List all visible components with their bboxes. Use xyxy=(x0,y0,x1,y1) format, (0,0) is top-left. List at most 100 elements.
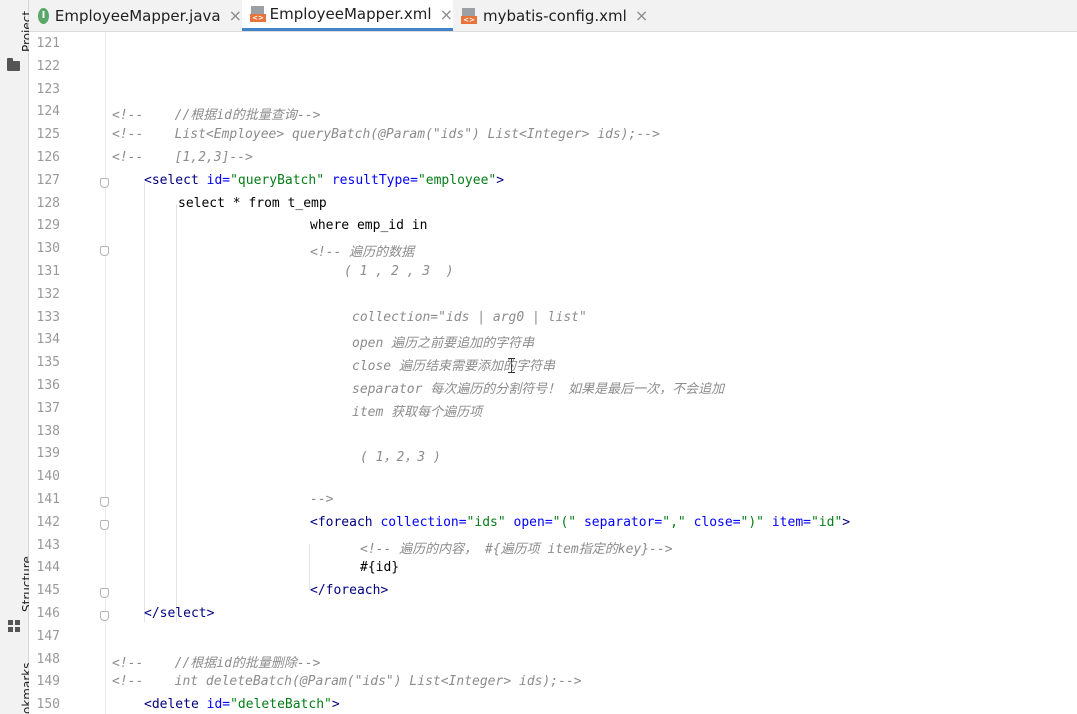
code-token: <!-- 遍历的数据 xyxy=(310,245,415,261)
line-number: 126 xyxy=(36,150,60,165)
code-token: open= xyxy=(513,514,553,530)
code-line[interactable]: ( 1，2，3 ) xyxy=(360,446,441,465)
code-token: ( 1 , 2 , 3 ) xyxy=(344,264,454,279)
line-number: 136 xyxy=(36,378,60,393)
close-icon[interactable]: × xyxy=(635,6,648,25)
line-number: 146 xyxy=(36,606,60,621)
structure-icon xyxy=(8,620,20,632)
code-line[interactable]: open 遍历之前要追加的字符串 xyxy=(352,332,534,351)
code-line[interactable]: <!-- List<Employee> queryBatch(@Param("i… xyxy=(112,127,660,142)
line-number: 144 xyxy=(36,560,60,576)
close-icon[interactable]: × xyxy=(229,6,242,25)
line-number: 145 xyxy=(36,583,60,599)
line-number: 125 xyxy=(36,127,60,143)
code-token: resultType= xyxy=(331,172,418,188)
line-number: 140 xyxy=(36,469,60,485)
code-token: <!-- 遍历的内容， #{遍历项 item指定的key}--> xyxy=(360,541,673,557)
line-number: 131 xyxy=(36,264,60,279)
code-token: separator= xyxy=(583,514,663,530)
code-line[interactable]: close 遍历结束需要添加的字符串 xyxy=(352,355,555,374)
line-number: 130 xyxy=(36,241,60,257)
ide-window: Project Structure okmarks I EmployeeMapp… xyxy=(0,0,1077,714)
close-icon[interactable]: × xyxy=(440,5,453,24)
code-token: collection= xyxy=(380,514,467,530)
code-line[interactable]: <!-- 遍历的数据 xyxy=(310,241,414,260)
code-token: > xyxy=(842,514,851,530)
tool-window-strip: Project Structure okmarks xyxy=(0,0,34,714)
code-line[interactable]: <!-- 遍历的内容， #{遍历项 item指定的key}--> xyxy=(360,538,673,557)
code-line[interactable]: <delete id="deleteBatch"> xyxy=(144,697,340,712)
code-line[interactable]: </foreach> xyxy=(310,583,388,598)
code-token: "ids" xyxy=(466,514,514,530)
indent-guide xyxy=(144,182,145,622)
code-line[interactable]: </select> xyxy=(144,606,214,621)
line-number-gutter[interactable]: 121 122 123 124 125 126 127 128 129 130 131 132 133 1… xyxy=(29,32,109,714)
code-token: <!-- [1,2,3]--> xyxy=(112,150,253,165)
code-line[interactable]: <!-- int deleteBatch(@Param("ids") List<… xyxy=(112,674,582,689)
code-token: <!-- List<Employee> queryBatch(@Param("i… xyxy=(112,127,660,143)
code-line[interactable]: where emp_id in xyxy=(310,218,427,233)
indent-guide xyxy=(176,204,177,622)
code-line[interactable]: <!-- //根据id的批量查询--> xyxy=(112,104,320,123)
code-token: "employee" xyxy=(417,172,497,188)
code-token: <foreach xyxy=(310,514,381,530)
line-number: 124 xyxy=(36,104,60,120)
code-token: > xyxy=(496,172,505,188)
code-line[interactable]: separator 每次遍历的分割符号！ 如果是最后一次，不会追加 xyxy=(352,378,724,397)
code-token: <delete xyxy=(144,697,207,713)
code-line[interactable]: <!-- //根据id的批量删除--> xyxy=(112,652,320,671)
line-number: 149 xyxy=(36,674,60,690)
code-token: #{id} xyxy=(360,560,400,576)
line-number: 141 xyxy=(36,492,60,507)
code-token: id= xyxy=(206,172,231,188)
tab-employeemapper-xml[interactable]: <> EmployeeMapper.xml × xyxy=(242,0,453,31)
code-token: close 遍历结束需要添加的字符串 xyxy=(352,359,555,375)
line-number: 150 xyxy=(36,697,60,713)
code-line[interactable]: collection="ids | arg0 | list" xyxy=(352,310,587,325)
code-token: > xyxy=(331,697,340,713)
tab-label: EmployeeMapper.java xyxy=(54,6,221,25)
line-number: 143 xyxy=(36,537,60,553)
tab-label: EmployeeMapper.xml xyxy=(269,5,432,23)
line-number: 132 xyxy=(36,286,60,302)
line-number: 121 xyxy=(36,36,60,51)
code-line[interactable]: <foreach collection="ids" open="(" separ… xyxy=(310,515,850,530)
line-number: 127 xyxy=(36,172,60,188)
code-line[interactable]: <select id="queryBatch" resultType="empl… xyxy=(144,173,504,188)
code-token: where emp_id in xyxy=(310,218,428,234)
code-line[interactable]: select * from t_emp xyxy=(178,196,327,211)
code-token: "id" xyxy=(810,514,843,530)
bookmarks-tool-button[interactable]: okmarks xyxy=(0,655,34,714)
line-number: 139 xyxy=(36,446,60,462)
xml-file-icon: <> xyxy=(461,7,477,24)
line-number: 142 xyxy=(36,514,60,530)
code-token: <!-- //根据id的批量查询--> xyxy=(112,108,321,124)
structure-tool-button[interactable]: Structure xyxy=(0,550,34,640)
tab-mybatis-config-xml[interactable]: <> mybatis-config.xml × xyxy=(461,0,671,31)
code-editor[interactable]: <!-- //根据id的批量查询--> <!-- List<Employee> q… xyxy=(106,32,1077,714)
code-line[interactable]: item 获取每个遍历项 xyxy=(352,401,482,420)
line-number: 128 xyxy=(36,195,60,211)
editor-tab-bar: I EmployeeMapper.java × <> EmployeeMappe… xyxy=(29,0,1077,32)
code-token: "(" xyxy=(552,514,584,530)
code-token: </foreach> xyxy=(310,583,389,599)
code-line[interactable]: <!-- [1,2,3]--> xyxy=(112,150,253,165)
line-number: 148 xyxy=(36,651,60,667)
code-token: "queryBatch" xyxy=(230,172,332,188)
project-tool-button[interactable]: Project xyxy=(0,0,34,71)
tab-employeemapper-java[interactable]: I EmployeeMapper.java × xyxy=(38,0,242,31)
code-token: <!-- //根据id的批量删除--> xyxy=(112,655,321,671)
line-number: 122 xyxy=(36,58,60,74)
line-number: 123 xyxy=(36,81,60,97)
code-line[interactable]: --> xyxy=(310,492,333,507)
xml-file-icon: <> xyxy=(250,6,266,22)
code-token: open 遍历之前要追加的字符串 xyxy=(352,336,535,352)
line-number: 138 xyxy=(36,423,60,439)
code-token: <!-- int deleteBatch(@Param("ids") List<… xyxy=(112,674,582,690)
code-line[interactable]: ( 1 , 2 , 3 ) xyxy=(344,264,454,279)
code-token: select * from t_emp xyxy=(178,195,327,211)
line-number: 135 xyxy=(36,355,60,371)
code-token: <select xyxy=(144,172,207,188)
code-line[interactable]: #{id} xyxy=(360,560,399,575)
code-token: close= xyxy=(693,514,741,530)
